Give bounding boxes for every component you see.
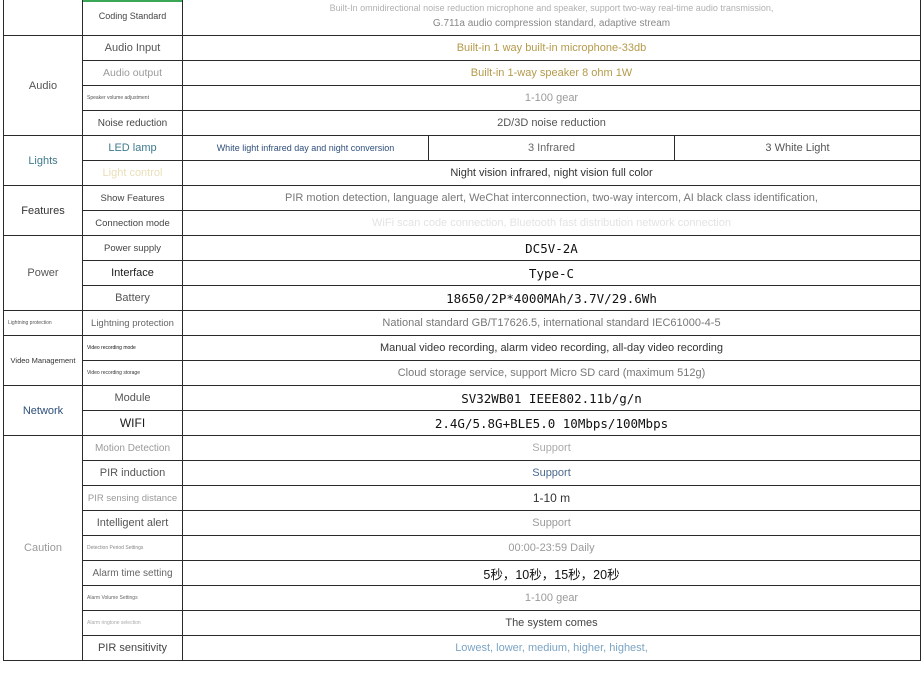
table-row: Intelligent alert Support [4,510,921,536]
category-features: Features [3,185,83,236]
table-row: PIR induction Support [4,460,921,486]
row-value: The system comes [182,610,921,636]
row-value: Night vision infrared, night vision full… [182,160,921,186]
row-value: WiFi scan code connection, Bluetooth fas… [182,210,921,236]
row-label: Video recording mode [82,335,183,361]
row-label: Audio output [82,60,183,86]
row-value: DC5V-2A [182,235,921,261]
row-label: PIR sensing distance [82,485,183,511]
category-lights: Lights [3,135,83,186]
table-row: PIR sensitivity Lowest, lower, medium, h… [4,635,921,661]
table-row: PIR sensing distance 1-10 m [4,485,921,511]
row-label: Light control [82,160,183,186]
row-value: Built-in 1-way speaker 8 ohm 1W [182,60,921,86]
category-cell-empty [3,0,83,36]
row-value: Type-C [182,260,921,286]
row-value: White light infrared day and night conve… [182,135,429,161]
row-value: Support [182,435,921,461]
row-value: 2D/3D noise reduction [182,110,921,136]
row-value: 2.4G/5.8G+BLE5.0 10Mbps/100Mbps [182,410,921,436]
spec-table: Coding Standard Built-In omnidirectional… [3,0,921,661]
table-row: Light control Night vision infrared, nig… [4,160,921,186]
row-label: Alarm ringtone selection [82,610,183,636]
table-row: Interface Type-C [4,260,921,286]
table-row: Speaker volume adjustment 1-100 gear [4,85,921,111]
row-label: LED lamp [82,135,183,161]
row-label: Video recording storage [82,360,183,386]
row-value: Support [182,510,921,536]
row-label: Show Features [82,185,183,211]
table-row: Coding Standard Built-In omnidirectional… [3,0,921,36]
row-label: Audio Input [82,35,183,61]
row-value: 18650/2P*4000MAh/3.7V/29.6Wh [182,285,921,311]
table-row: Video Management Video recording mode Ma… [3,335,921,386]
table-row: Lights LED lamp White light infrared day… [3,135,921,186]
category-caution: Caution [3,435,83,661]
row-value: 00:00-23:59 Daily [182,535,921,561]
category-network: Network [3,385,83,436]
row-label: Intelligent alert [82,510,183,536]
row-value: Lowest, lower, medium, higher, highest, [182,635,921,661]
row-label: Alarm time setting [82,560,183,586]
table-row: Noise reduction 2D/3D noise reduction [4,110,921,136]
row-label: Interface [82,260,183,286]
table-row: Lightning protection Lightning protectio… [3,310,921,336]
row-label: Battery [82,285,183,311]
row-label: PIR induction [82,460,183,486]
row-value: 1-10 m [182,485,921,511]
table-row: Battery 18650/2P*4000MAh/3.7V/29.6Wh [4,285,921,311]
table-row: Connection mode WiFi scan code connectio… [4,210,921,236]
row-value: Support [182,460,921,486]
table-row: WIFI 2.4G/5.8G+BLE5.0 10Mbps/100Mbps [4,410,921,436]
row-value: 3 Infrared [428,135,675,161]
row-label: Alarm Volume Settings [82,585,183,611]
table-row: Audio output Built-in 1-way speaker 8 oh… [4,60,921,86]
value-line: Built-In omnidirectional noise reduction… [329,3,774,13]
table-row: Alarm ringtone selection The system come… [4,610,921,636]
row-value: Cloud storage service, support Micro SD … [182,360,921,386]
row-label: Detection Period Settings [82,535,183,561]
row-label: Lightning protection [82,310,183,336]
row-label: Connection mode [82,210,183,236]
table-row: Audio Audio Input Built-in 1 way built-i… [3,35,921,136]
row-value: 1-100 gear [182,85,921,111]
table-row: Video recording storage Cloud storage se… [4,360,921,386]
category-audio: Audio [3,35,83,136]
row-label: Motion Detection [82,435,183,461]
row-label: PIR sensitivity [82,635,183,661]
row-value: PIR motion detection, language alert, We… [182,185,921,211]
value-line: G.711a audio compression standard, adapt… [432,18,671,29]
row-label: Module [82,385,183,411]
category-power: Power [3,235,83,311]
row-value: 1-100 gear [182,585,921,611]
table-row: Alarm Volume Settings 1-100 gear [4,585,921,611]
table-row: Power Power supply DC5V-2A [3,235,921,311]
row-value: National standard GB/T17626.5, internati… [182,310,921,336]
table-row: Detection Period Settings 00:00-23:59 Da… [4,535,921,561]
row-label: WIFI [82,410,183,436]
row-value: Built-in 1 way built-in microphone-33db [182,35,921,61]
row-label: Coding Standard [82,0,183,36]
category-lightning: Lightning protection [3,310,83,336]
row-label: Speaker volume adjustment [82,85,183,111]
table-row: Caution Motion Detection Support [3,435,921,661]
row-value: Manual video recording, alarm video reco… [182,335,921,361]
category-video: Video Management [3,335,83,386]
table-row: Network Module SV32WB01 IEEE802.11b/g/n [3,385,921,436]
row-label: Power supply [82,235,183,261]
row-value: 5秒，10秒，15秒，20秒 [182,560,921,586]
row-value: 3 White Light [674,135,921,161]
row-value: Built-In omnidirectional noise reduction… [182,0,921,36]
table-row: Features Show Features PIR motion detect… [3,185,921,236]
row-label: Noise reduction [82,110,183,136]
table-row: Alarm time setting 5秒，10秒，15秒，20秒 [4,560,921,586]
row-value: SV32WB01 IEEE802.11b/g/n [182,385,921,411]
